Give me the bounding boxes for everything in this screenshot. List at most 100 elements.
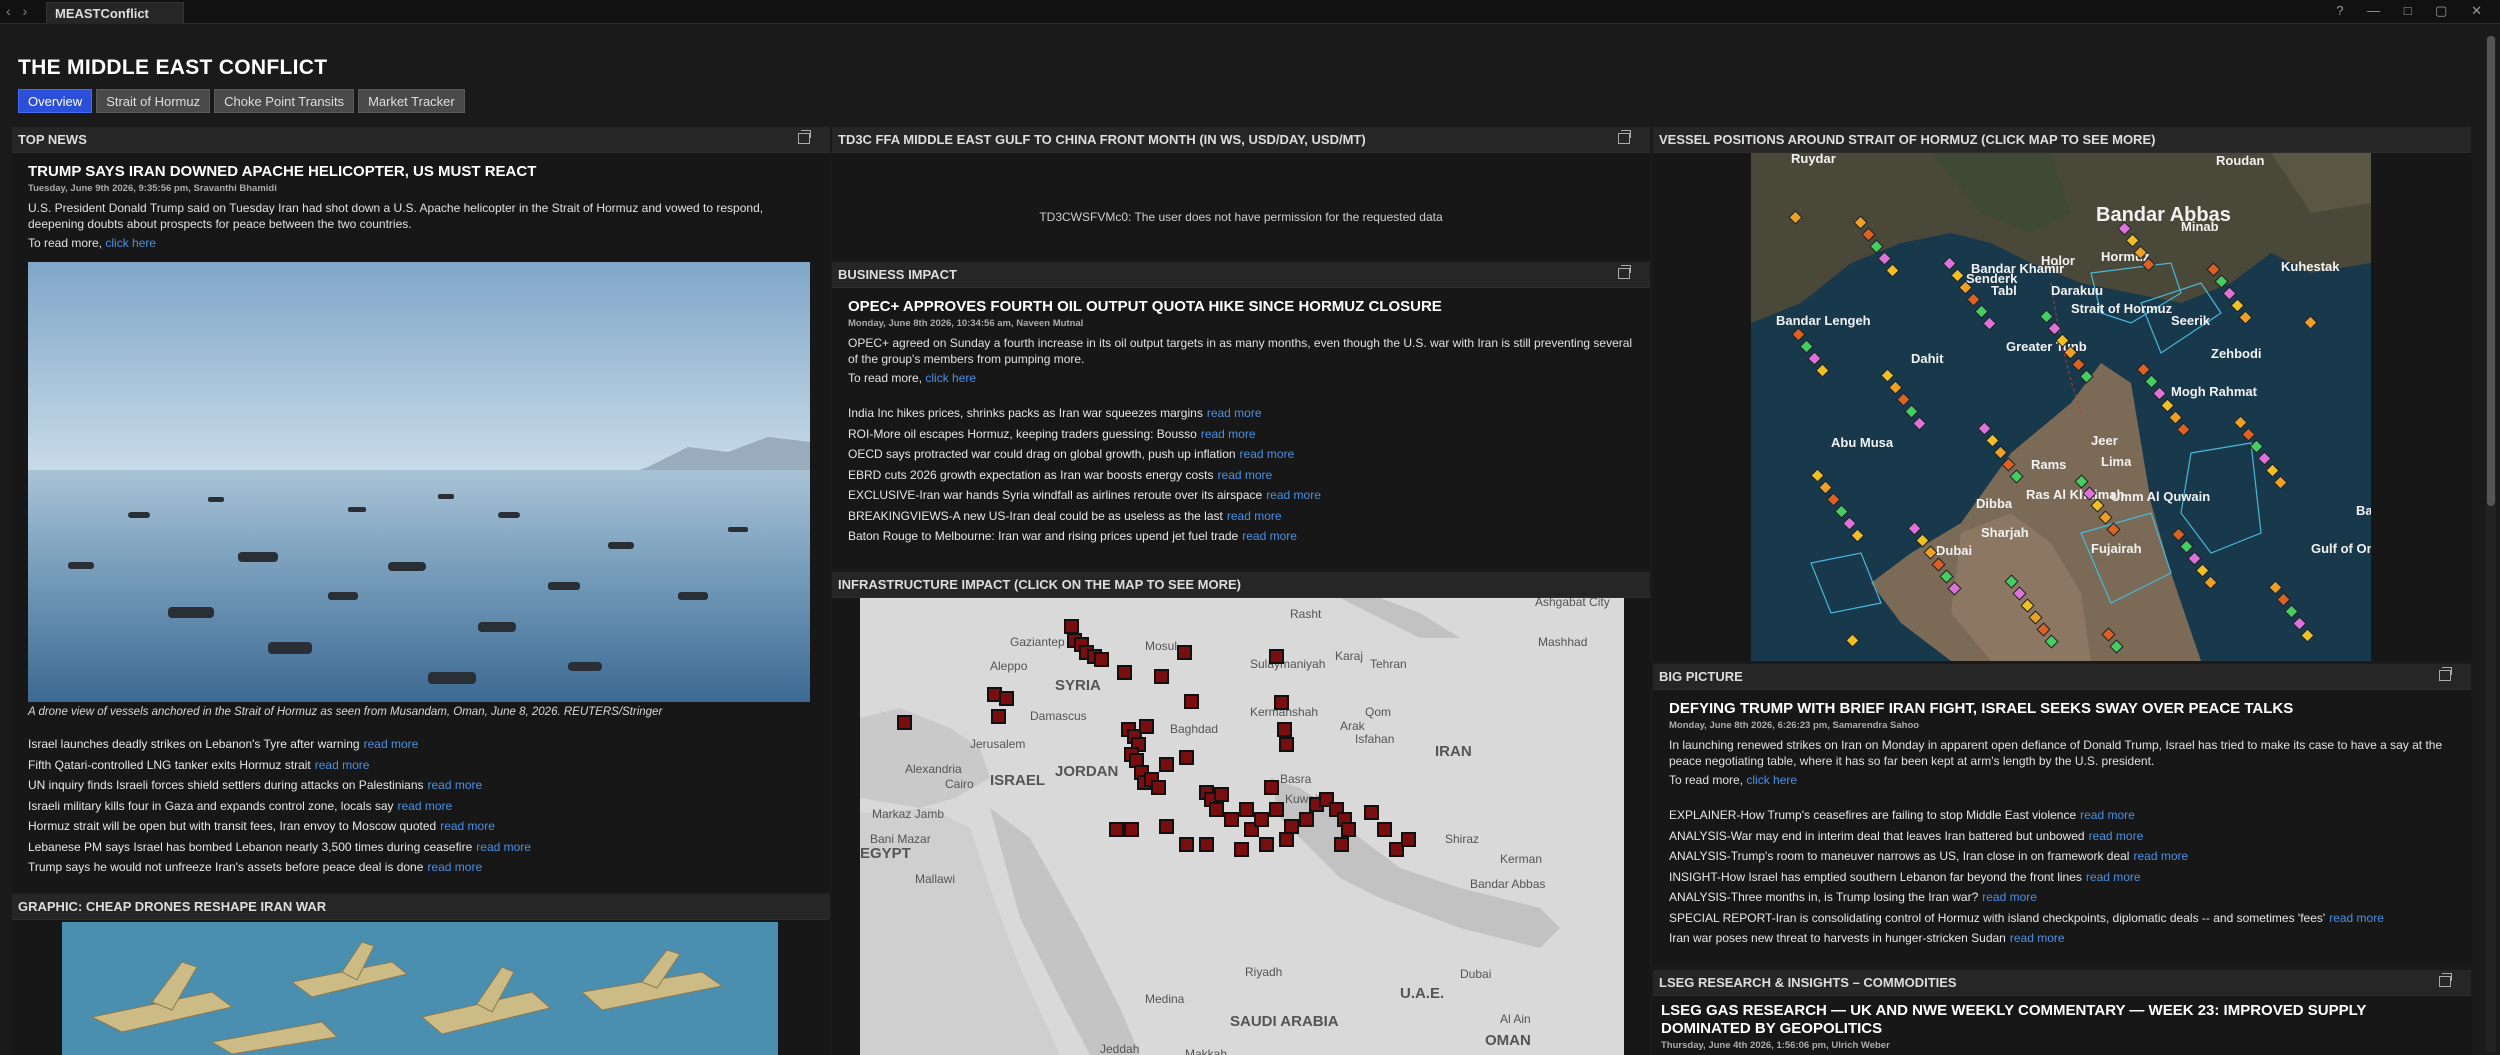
infrastructure-marker[interactable] — [1269, 649, 1284, 664]
read-more-link[interactable]: read more — [1207, 406, 1262, 420]
read-more-link[interactable]: read more — [315, 758, 370, 772]
infrastructure-marker[interactable] — [1377, 822, 1392, 837]
tab-overview[interactable]: Overview — [18, 89, 93, 113]
read-more-link[interactable]: read more — [1242, 529, 1297, 543]
infrastructure-marker[interactable] — [1234, 842, 1249, 857]
read-more-link[interactable]: read more — [2133, 849, 2188, 863]
infrastructure-marker[interactable] — [1239, 802, 1254, 817]
link-headline: Israeli military kills four in Gaza and … — [28, 798, 394, 813]
infrastructure-marker[interactable] — [1401, 832, 1416, 847]
popout-icon[interactable] — [798, 130, 811, 144]
infrastructure-marker[interactable] — [1159, 757, 1174, 772]
read-more-link[interactable]: read more — [1201, 427, 1256, 441]
infrastructure-marker[interactable] — [991, 709, 1006, 724]
infrastructure-marker[interactable] — [1269, 802, 1284, 817]
drones-graphic[interactable] — [62, 922, 778, 1055]
read-more-link[interactable]: read more — [1240, 447, 1295, 461]
vessel-map[interactable]: Ruydar Roudan Bandar Abbas Minab Hormuz Holor… — [1751, 153, 2371, 661]
list-item: BREAKINGVIEWS-A new US-Iran deal could b… — [848, 506, 1634, 527]
infrastructure-marker[interactable] — [999, 691, 1014, 706]
read-more-link[interactable]: read more — [2080, 808, 2135, 822]
popout-icon[interactable] — [2439, 973, 2452, 987]
infrastructure-marker[interactable] — [1177, 645, 1192, 660]
read-more-link[interactable]: read more — [2086, 870, 2141, 884]
forward-icon[interactable]: › — [23, 3, 28, 19]
read-more-link[interactable]: read more — [428, 778, 483, 792]
vessel-map-svg[interactable]: Ruydar RoudanBandar AbbasMinabHormuzHolor… — [1751, 153, 2371, 661]
infrastructure-marker[interactable] — [1299, 812, 1314, 827]
read-more-link[interactable]: read more — [2010, 931, 2065, 945]
read-more-prefix: To read more, — [1669, 773, 1744, 787]
story-headline[interactable]: LSEG GAS RESEARCH — UK AND NWE WEEKLY CO… — [1661, 1002, 2455, 1038]
infrastructure-marker[interactable] — [1109, 822, 1124, 837]
scroll-thumb[interactable] — [2487, 36, 2495, 506]
popout-icon[interactable] — [1618, 265, 1631, 279]
vessel-map-label: Seerik — [2171, 313, 2211, 328]
minimize-icon[interactable]: — — [2367, 3, 2390, 18]
map-place-label: EGYPT — [860, 845, 911, 862]
restore-icon[interactable]: □ — [2404, 3, 2422, 18]
page-scrollbar[interactable] — [2486, 36, 2496, 1052]
story-headline[interactable]: TRUMP SAYS IRAN DOWNED APACHE HELICOPTER… — [28, 163, 814, 181]
infrastructure-marker[interactable] — [1117, 665, 1132, 680]
infrastructure-marker[interactable] — [1279, 832, 1294, 847]
back-icon[interactable]: ‹ — [6, 3, 11, 19]
popout-icon[interactable] — [1618, 130, 1631, 144]
infrastructure-marker[interactable] — [1064, 619, 1079, 634]
tab-market-tracker[interactable]: Market Tracker — [358, 89, 465, 113]
infrastructure-marker[interactable] — [1139, 719, 1154, 734]
infrastructure-marker[interactable] — [1264, 780, 1279, 795]
story-headline[interactable]: OPEC+ APPROVES FOURTH OIL OUTPUT QUOTA H… — [848, 298, 1634, 316]
read-more-link[interactable]: read more — [2089, 829, 2144, 843]
infrastructure-marker[interactable] — [1159, 819, 1174, 834]
infrastructure-marker[interactable] — [1277, 722, 1292, 737]
infrastructure-map-svg[interactable]: Rasht Ashgabat City Tehran Karaj Mashhad Mosu… — [860, 598, 1624, 1055]
read-more-link[interactable]: read more — [427, 860, 482, 874]
infrastructure-marker[interactable] — [1184, 694, 1199, 709]
click-here-link[interactable]: click here — [1746, 773, 1797, 787]
infrastructure-marker[interactable] — [1151, 780, 1166, 795]
tab-strait-of-hormuz[interactable]: Strait of Hormuz — [96, 89, 211, 113]
list-item: INSIGHT-How Israel has emptied southern … — [1669, 867, 2455, 888]
popout-icon[interactable] — [2439, 667, 2452, 681]
infrastructure-marker[interactable] — [897, 715, 912, 730]
read-more-link[interactable]: read more — [364, 737, 419, 751]
infrastructure-marker[interactable] — [1274, 695, 1289, 710]
read-more-link[interactable]: read more — [476, 840, 531, 854]
infrastructure-marker[interactable] — [1124, 822, 1139, 837]
infrastructure-marker[interactable] — [1254, 812, 1269, 827]
infrastructure-marker[interactable] — [1284, 819, 1299, 834]
vessel-map-label: Roudan — [2216, 153, 2264, 168]
read-more-link[interactable]: read more — [1982, 890, 2037, 904]
read-more-link[interactable]: read more — [398, 799, 453, 813]
infrastructure-marker[interactable] — [1341, 822, 1356, 837]
infrastructure-marker[interactable] — [1154, 669, 1169, 684]
infrastructure-marker[interactable] — [1279, 737, 1294, 752]
infrastructure-marker[interactable] — [1209, 802, 1224, 817]
read-more-link[interactable]: read more — [1227, 509, 1282, 523]
maximize-icon[interactable]: ▢ — [2435, 3, 2457, 18]
infrastructure-marker[interactable] — [1199, 837, 1214, 852]
tab-choke-point-transits[interactable]: Choke Point Transits — [214, 89, 355, 113]
story-headline[interactable]: DEFYING TRUMP WITH BRIEF IRAN FIGHT, ISR… — [1669, 700, 2455, 718]
infrastructure-marker[interactable] — [1179, 750, 1194, 765]
infrastructure-marker[interactable] — [1364, 805, 1379, 820]
infrastructure-marker[interactable] — [1179, 837, 1194, 852]
app-tab[interactable]: MEASTConflict — [46, 2, 184, 24]
nav-buttons: ‹ › — [6, 3, 35, 19]
read-more-link[interactable]: read more — [2329, 911, 2384, 925]
infrastructure-marker[interactable] — [1094, 652, 1109, 667]
infrastructure-marker[interactable] — [1224, 812, 1239, 827]
infrastructure-map[interactable]: Rasht Ashgabat City Tehran Karaj Mashhad Mosu… — [860, 598, 1624, 1055]
infrastructure-marker[interactable] — [1334, 837, 1349, 852]
read-more-link[interactable]: read more — [440, 819, 495, 833]
click-here-link[interactable]: click here — [925, 371, 976, 385]
infrastructure-marker[interactable] — [1214, 787, 1229, 802]
read-more-link[interactable]: read more — [1266, 488, 1321, 502]
infrastructure-marker[interactable] — [1259, 837, 1274, 852]
click-here-link[interactable]: click here — [105, 236, 156, 250]
hormuz-vessels-photo[interactable] — [28, 262, 810, 702]
close-icon[interactable]: ✕ — [2471, 3, 2492, 18]
help-icon[interactable]: ? — [2336, 3, 2353, 18]
read-more-link[interactable]: read more — [1218, 468, 1273, 482]
